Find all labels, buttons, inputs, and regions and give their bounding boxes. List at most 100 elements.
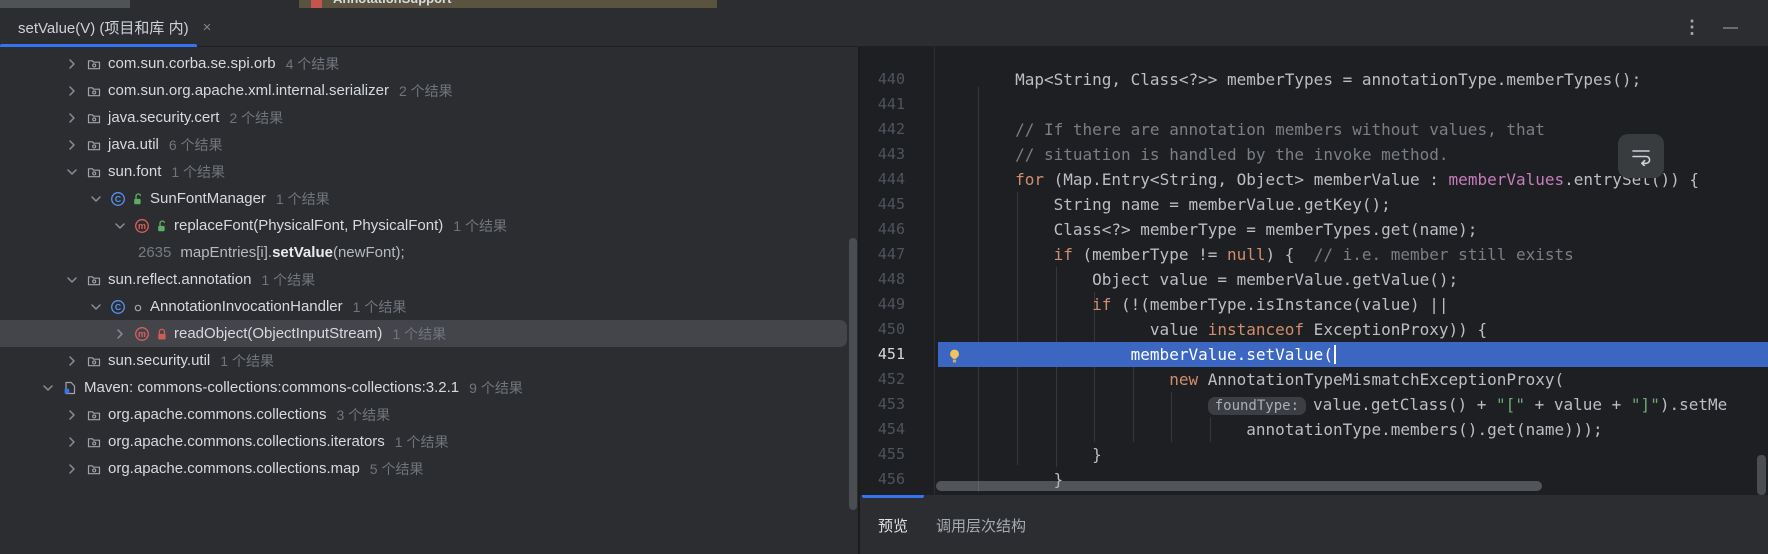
line-number: 447 [860, 242, 938, 267]
chevron-down-icon[interactable] [64, 164, 86, 180]
result-count: 1 个结果 [353, 297, 407, 317]
code-preview-editor[interactable]: 440 Map<String, Class<?>> memberTypes = … [860, 47, 1768, 495]
tree-item[interactable]: mreplaceFont(PhysicalFont, PhysicalFont)… [0, 212, 858, 239]
line-number: 440 [860, 67, 938, 92]
result-count: 1 个结果 [261, 270, 315, 290]
tree-item[interactable]: org.apache.commons.collections3 个结果 [0, 401, 858, 428]
more-options-icon[interactable]: ⋮ [1683, 17, 1701, 38]
line-number: 450 [860, 317, 938, 342]
chevron-right-icon[interactable] [64, 353, 86, 369]
tree-item[interactable]: sun.reflect.annotation 1 个结果 [0, 266, 858, 293]
package-icon [86, 272, 102, 288]
tree-item-usage[interactable]: 2635mapEntries[i].setValue(newFont); [0, 239, 858, 266]
code-line[interactable]: 455 } [860, 442, 1768, 467]
code-line[interactable]: 440 Map<String, Class<?>> memberTypes = … [860, 67, 1768, 92]
chevron-down-icon[interactable] [88, 299, 110, 315]
code-token: if [1054, 245, 1073, 264]
chevron-right-icon[interactable] [64, 56, 86, 72]
result-count: 1 个结果 [220, 351, 274, 371]
background-selected-file-row: AnnotationSupport [299, 0, 717, 8]
tree-scrollbar-thumb[interactable] [849, 238, 857, 510]
code-line[interactable]: 450 value instanceof ExceptionProxy)) { [860, 317, 1768, 342]
chevron-right-icon[interactable] [112, 326, 134, 342]
tab-setvalue-usages[interactable]: setValue(V) (项目和库 内) × [0, 8, 197, 46]
tree-item-label: com.sun.corba.se.spi.orb [108, 55, 276, 72]
tree-item[interactable]: mreadObject(ObjectInputStream)1 个结果 [0, 320, 847, 347]
tree-item[interactable]: java.util6 个结果 [0, 131, 858, 158]
code-line[interactable]: 452 new AnnotationTypeMismatchExceptionP… [860, 367, 1768, 392]
code-text: Object value = memberValue.getValue(); [938, 267, 1768, 292]
svg-text:C: C [115, 194, 122, 204]
package-icon [86, 353, 102, 369]
close-icon[interactable]: × [203, 20, 212, 35]
chevron-down-icon[interactable] [88, 191, 110, 207]
chevron-down-icon[interactable] [40, 380, 62, 396]
chevron-right-icon[interactable] [64, 434, 86, 450]
tab-preview[interactable]: 预览 [878, 515, 908, 536]
line-number: 451 [860, 342, 938, 367]
tree-item[interactable]: com.sun.org.apache.xml.internal.serializ… [0, 77, 858, 104]
tree-item[interactable]: com.sun.corba.se.spi.orb 4 个结果 [0, 50, 858, 77]
svg-text:m: m [138, 329, 146, 339]
package-icon [86, 110, 102, 126]
code-token: AnnotationTypeMismatchExceptionProxy( [1198, 370, 1564, 389]
code-token: if [1092, 295, 1111, 314]
background-strip-segment [0, 0, 130, 8]
code-text: annotationType.members().get(name))); [938, 417, 1768, 442]
tree-item[interactable]: Maven: commons-collections:commons-colle… [0, 374, 858, 401]
code-line[interactable]: 448 Object value = memberValue.getValue(… [860, 267, 1768, 292]
code-token: for [1015, 170, 1044, 189]
tree-item[interactable]: sun.font1 个结果 [0, 158, 858, 185]
tree-item[interactable]: org.apache.commons.collections.map5 个结果 [0, 455, 858, 482]
code-token: (memberType != [1073, 245, 1227, 264]
tree-item-label: sun.reflect.annotation [108, 271, 251, 288]
tree-item[interactable]: CAnnotationInvocationHandler1 个结果 [0, 293, 858, 320]
result-count: 4 个结果 [286, 54, 340, 74]
code-line[interactable]: 445 String name = memberValue.getKey(); [860, 192, 1768, 217]
horizontal-scrollbar-thumb[interactable] [936, 481, 1542, 491]
chevron-right-icon[interactable] [64, 83, 86, 99]
intention-bulb-icon[interactable] [947, 346, 962, 362]
code-line[interactable]: 449 if (!(memberType.isInstance(value) |… [860, 292, 1768, 317]
result-count: 6 个结果 [169, 135, 223, 155]
code-line[interactable]: 453 foundType:value.getClass() + "[" + v… [860, 392, 1768, 417]
result-count: 9 个结果 [469, 378, 523, 398]
tree-item[interactable]: org.apache.commons.collections.iterators… [0, 428, 858, 455]
code-token: memberValue.setValue( [1131, 345, 1333, 364]
code-token: Class<?> memberType = memberTypes.get(na… [1054, 220, 1478, 239]
usage-line-number: 2635 [138, 244, 171, 261]
code-line[interactable]: 454 annotationType.members().get(name)))… [860, 417, 1768, 442]
background-file-label: AnnotationSupport [333, 0, 451, 6]
package-icon [86, 137, 102, 153]
chevron-right-icon[interactable] [64, 137, 86, 153]
chevron-right-icon[interactable] [64, 461, 86, 477]
code-line[interactable]: 447 if (memberType != null) { // i.e. me… [860, 242, 1768, 267]
usages-tree-panel: com.sun.corba.se.spi.orb 4 个结果 com.sun.org… [0, 47, 860, 554]
code-line[interactable]: 441 [860, 92, 1768, 117]
tree-item[interactable]: CSunFontManager1 个结果 [0, 185, 858, 212]
soft-wrap-button[interactable] [1618, 134, 1664, 178]
bottom-tabbar: 预览 调用层次结构 [860, 495, 1768, 554]
class-icon: C [110, 299, 126, 315]
result-count: 1 个结果 [395, 432, 449, 452]
chevron-down-icon[interactable] [112, 218, 134, 234]
chevron-down-icon[interactable] [64, 272, 86, 288]
code-token: value.getClass() + [1313, 395, 1496, 414]
code-token: ExceptionProxy)) { [1304, 320, 1487, 339]
tab-call-hierarchy[interactable]: 调用层次结构 [936, 515, 1026, 536]
vertical-scrollbar-thumb[interactable] [1757, 455, 1766, 495]
minimize-icon[interactable]: — [1723, 19, 1738, 36]
code-token: + value + [1525, 395, 1631, 414]
caret [1334, 345, 1336, 364]
tree-item[interactable]: sun.security.util1 个结果 [0, 347, 858, 374]
chevron-right-icon[interactable] [64, 407, 86, 423]
code-text: String name = memberValue.getKey(); [938, 192, 1768, 217]
chevron-right-icon[interactable] [64, 110, 86, 126]
line-number: 441 [860, 92, 938, 117]
code-line[interactable]: 451 memberValue.setValue( [860, 342, 1768, 367]
tree-item[interactable]: java.security.cert2 个结果 [0, 104, 858, 131]
code-line[interactable]: 446 Class<?> memberType = memberTypes.ge… [860, 217, 1768, 242]
tree-item-label: com.sun.org.apache.xml.internal.serializ… [108, 82, 389, 99]
method-icon: m [134, 326, 150, 342]
code-token: (Map.Entry<String, Object> memberValue : [1044, 170, 1449, 189]
